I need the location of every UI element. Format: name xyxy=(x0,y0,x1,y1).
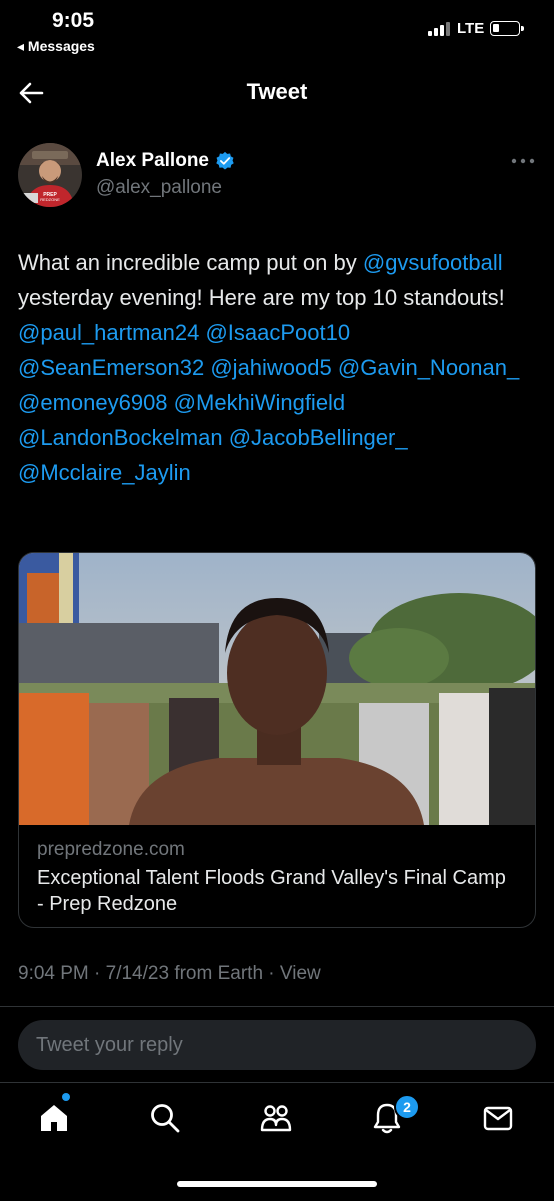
mention-link[interactable]: @MekhiWingfield xyxy=(174,390,346,415)
battery-icon xyxy=(490,21,524,36)
status-bar: 9:05 ◂ Messages LTE xyxy=(0,0,554,62)
home-icon[interactable] xyxy=(37,1101,71,1135)
author-name[interactable]: Alex Pallone xyxy=(96,150,209,172)
author-handle[interactable]: @alex_pallone xyxy=(96,177,222,199)
tweet-text-segment: What an incredible camp put on by xyxy=(18,250,363,275)
mention-link[interactable]: @jahiwood5 xyxy=(210,355,331,380)
communities-icon[interactable] xyxy=(259,1101,293,1135)
tweet-text-segment: yesterday evening! Here are my top 10 st… xyxy=(18,285,505,310)
card-image[interactable] xyxy=(19,553,536,825)
link-card[interactable]: prepredzone.com Exceptional Talent Flood… xyxy=(18,552,536,928)
card-title: Exceptional Talent Floods Grand Valley's… xyxy=(37,867,506,915)
top-bar: Tweet xyxy=(0,62,554,122)
svg-text:REDZONE: REDZONE xyxy=(40,197,60,202)
reply-input[interactable]: Tweet your reply xyxy=(18,1020,536,1070)
reply-placeholder: Tweet your reply xyxy=(36,1034,183,1056)
notification-badge: 2 xyxy=(394,1094,420,1120)
mention-link[interactable]: @SeanEmerson32 xyxy=(18,355,204,380)
clock: 9:05 xyxy=(52,9,95,32)
mention-link[interactable]: @emoney6908 xyxy=(18,390,168,415)
tweet-meta: 9:04 PM · 7/14/23 from Earth · View xyxy=(18,963,321,984)
network-label: LTE xyxy=(457,20,485,37)
verified-badge-icon xyxy=(216,151,234,170)
back-to-messages-link[interactable]: ◂ Messages xyxy=(17,38,95,55)
page-title: Tweet xyxy=(246,79,308,104)
more-icon[interactable] xyxy=(510,156,536,166)
mention-link[interactable]: @paul_hartman24 xyxy=(18,320,199,345)
mention-link[interactable]: @Mcclaire_Jaylin xyxy=(18,460,191,485)
signal-icon xyxy=(428,22,450,36)
divider xyxy=(0,1006,554,1007)
mention-link[interactable]: @Gavin_Noonan_ xyxy=(338,355,519,380)
tweet-text: What an incredible camp put on by @gvsuf… xyxy=(18,245,538,490)
mention-link[interactable]: @gvsufootball xyxy=(363,250,503,275)
author-name-row[interactable]: Alex Pallone xyxy=(96,150,235,172)
home-indicator xyxy=(177,1181,377,1187)
search-icon[interactable] xyxy=(148,1101,182,1135)
new-content-dot xyxy=(62,1093,70,1101)
messages-icon[interactable] xyxy=(481,1101,515,1135)
mention-link[interactable]: @IsaacPoot10 xyxy=(205,320,350,345)
mention-link[interactable]: @LandonBockelman xyxy=(18,425,223,450)
avatar[interactable]: PREP REDZONE xyxy=(18,143,82,207)
mention-link[interactable]: @JacobBellinger_ xyxy=(229,425,408,450)
card-domain: prepredzone.com xyxy=(37,839,185,860)
